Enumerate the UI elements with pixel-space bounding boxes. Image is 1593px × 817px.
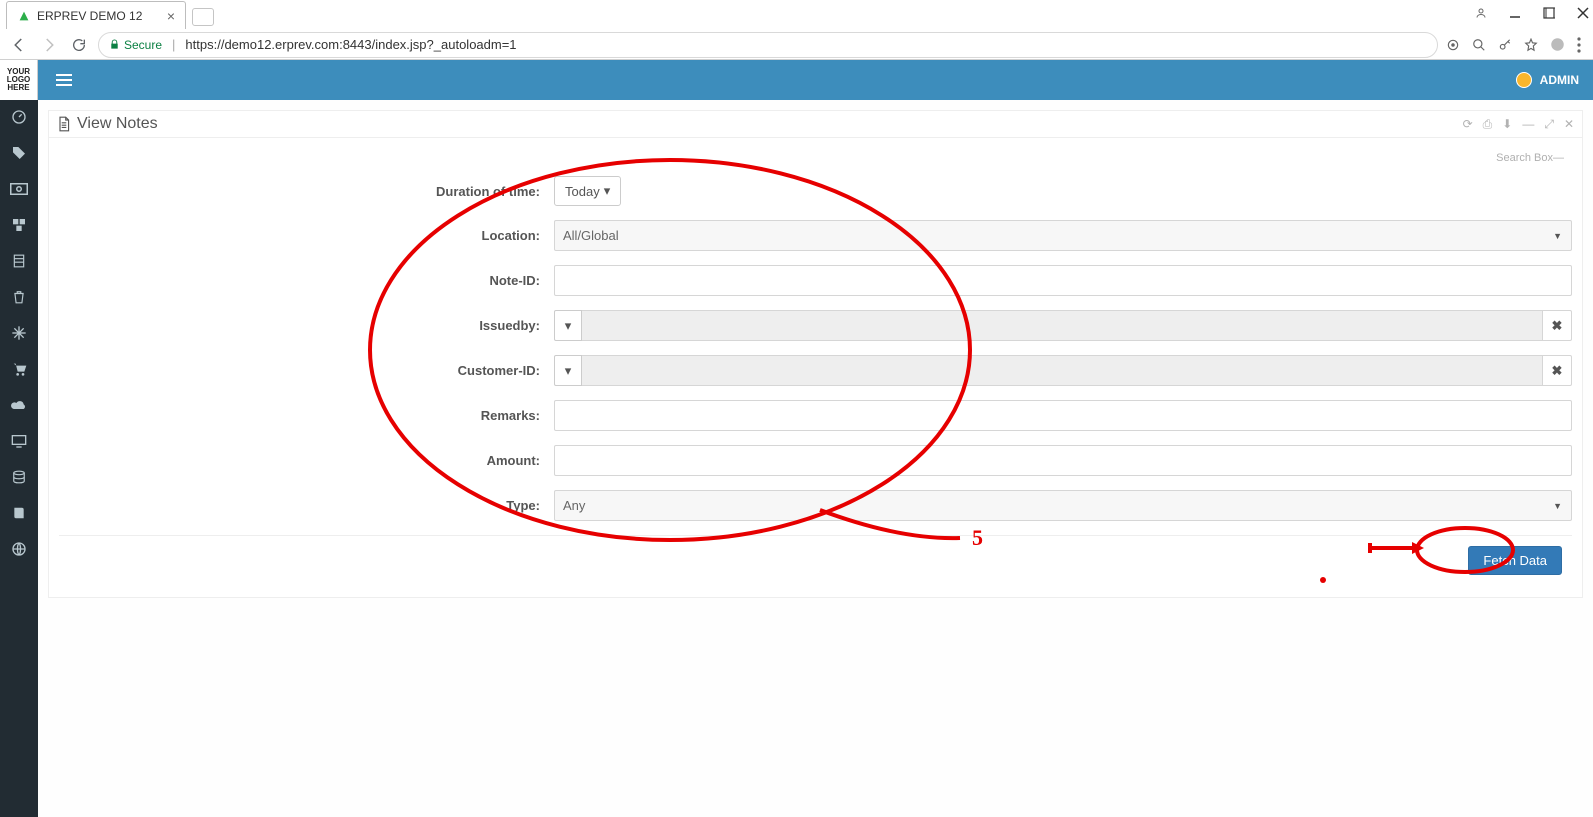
annotation-overlay: 5 — [0, 0, 1593, 817]
annotation-number: 5 — [972, 525, 983, 550]
